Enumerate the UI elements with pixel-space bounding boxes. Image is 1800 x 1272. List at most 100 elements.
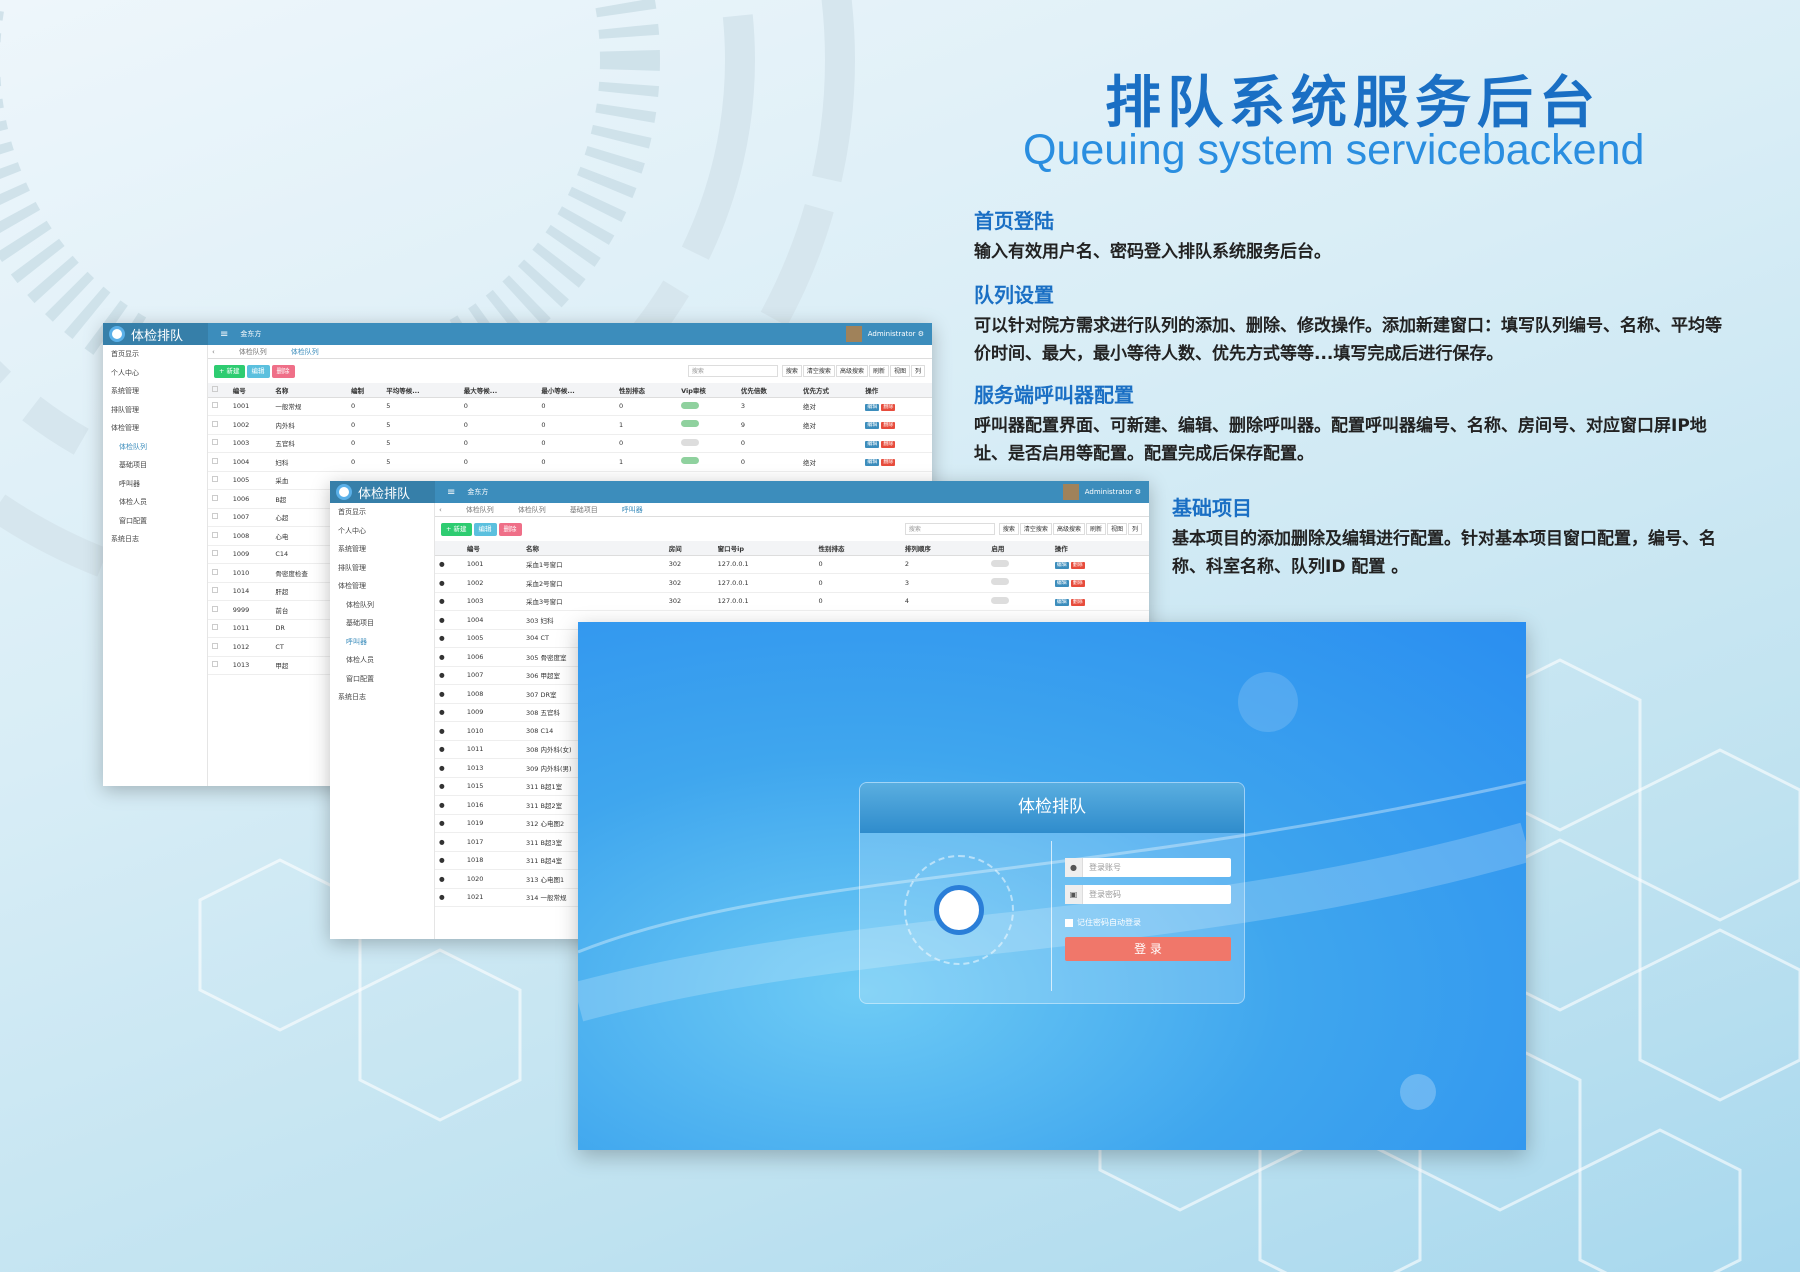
vip-toggle[interactable] (677, 452, 737, 472)
row-select[interactable] (208, 545, 229, 564)
advanced-search-button[interactable]: 高级搜索 (835, 365, 868, 377)
expand-icon[interactable]: ● (435, 647, 463, 667)
expand-icon[interactable]: ● (435, 610, 463, 630)
column-header[interactable]: 操作 (861, 383, 932, 398)
clear-search-button[interactable]: 清空搜索 (1019, 523, 1052, 535)
toggle-icon[interactable] (681, 420, 700, 428)
edit-button[interactable]: 编辑 (473, 522, 497, 536)
username-field[interactable]: ● 登录账号 (1065, 858, 1231, 877)
column-header[interactable]: 名称 (271, 383, 347, 398)
checkbox-icon[interactable] (212, 513, 218, 520)
sidebar-item[interactable]: 系统管理 (330, 540, 434, 559)
search-input[interactable]: 搜索 (904, 523, 995, 535)
checkbox-icon[interactable] (212, 642, 218, 649)
vip-toggle[interactable] (677, 415, 737, 435)
remember-checkbox[interactable]: 记住密码自动登录 (1065, 917, 1141, 928)
row-delete-button[interactable]: 删除 (1070, 580, 1085, 588)
sidebar-item[interactable]: 窗口配置 (103, 512, 207, 531)
checkbox-icon[interactable] (212, 550, 218, 557)
search-input[interactable]: 搜索 (687, 365, 778, 377)
checkbox-icon[interactable] (212, 661, 218, 668)
column-header[interactable]: 平均等候... (382, 383, 460, 398)
table-row[interactable]: ● 1003 采血3号窗口 302 127.0.0.1 0 4 编辑 删除 (435, 592, 1149, 611)
row-select[interactable] (208, 397, 229, 416)
row-select[interactable] (208, 619, 229, 638)
row-select[interactable] (208, 582, 229, 601)
sidebar-item[interactable]: 体检人员 (330, 651, 434, 670)
new-button[interactable]: + 新建 (214, 364, 245, 378)
advanced-search-button[interactable]: 高级搜索 (1052, 523, 1085, 535)
expand-icon[interactable]: ● (435, 684, 463, 704)
column-header[interactable]: 优先倍数 (736, 383, 800, 398)
sidebar-item[interactable]: 系统日志 (103, 530, 207, 549)
tab-queue-active[interactable]: 体检队列 (291, 347, 319, 357)
sidebar-item[interactable]: 呼叫器 (330, 633, 434, 652)
column-header[interactable]: 排列顺序 (900, 541, 988, 556)
view-button[interactable]: 视图 (1106, 523, 1127, 535)
expand-icon[interactable]: ● (435, 888, 463, 907)
expand-icon[interactable]: ● (435, 795, 463, 815)
sidebar-item[interactable]: 基础项目 (330, 614, 434, 633)
row-select[interactable] (208, 452, 229, 472)
checkbox-icon[interactable] (1065, 918, 1073, 927)
row-delete-button[interactable]: 删除 (881, 459, 896, 467)
menu-toggle-icon[interactable]: ≡ (220, 329, 228, 340)
row-select[interactable] (208, 489, 229, 509)
enable-toggle[interactable] (987, 555, 1051, 574)
column-header[interactable]: 优先方式 (799, 383, 862, 398)
table-row[interactable]: ● 1001 采血1号窗口 302 127.0.0.1 0 2 编辑 删除 (435, 555, 1149, 574)
checkbox-icon[interactable] (212, 402, 218, 409)
sidebar-item[interactable]: 体检队列 (330, 596, 434, 615)
expand-icon[interactable]: ● (435, 814, 463, 833)
user-menu[interactable]: Administrator ⚙ (845, 326, 932, 342)
column-header[interactable]: 编号 (462, 541, 523, 556)
row-edit-button[interactable]: 编辑 (1054, 580, 1069, 588)
enable-toggle[interactable] (987, 592, 1051, 611)
tab-queue[interactable]: 体检队列 (466, 505, 494, 515)
column-header[interactable]: 编制 (346, 383, 383, 398)
column-header[interactable]: 房间 (664, 541, 714, 556)
row-select[interactable] (208, 637, 229, 657)
sidebar-item[interactable]: 系统日志 (330, 688, 434, 707)
row-select[interactable] (208, 526, 229, 546)
toggle-icon[interactable] (681, 401, 700, 409)
row-edit-button[interactable]: 编辑 (865, 440, 880, 448)
sidebar-item[interactable]: 首页显示 (103, 345, 207, 364)
sidebar-item[interactable]: 排队管理 (103, 401, 207, 420)
sidebar-item[interactable]: 体检队列 (103, 438, 207, 457)
row-edit-button[interactable]: 编辑 (1054, 561, 1069, 569)
checkbox-icon[interactable] (212, 531, 218, 538)
sidebar-item[interactable]: 体检管理 (330, 577, 434, 596)
column-header[interactable]: 性别排态 (814, 541, 901, 556)
table-row[interactable]: 1003 五官科 0 5 0 0 0 0 编辑 删除 (208, 434, 932, 453)
delete-button[interactable]: 删除 (271, 364, 295, 378)
checkbox-icon[interactable] (212, 439, 218, 446)
row-delete-button[interactable]: 删除 (881, 422, 896, 430)
checkbox-icon[interactable] (212, 476, 218, 483)
tab-base-items[interactable]: 基础项目 (570, 505, 598, 515)
vip-toggle[interactable] (677, 397, 737, 416)
row-edit-button[interactable]: 编辑 (865, 459, 880, 467)
row-delete-button[interactable]: 删除 (881, 403, 896, 411)
sidebar-item[interactable]: 系统管理 (103, 382, 207, 401)
row-edit-button[interactable]: 编辑 (865, 422, 880, 430)
enable-toggle[interactable] (987, 573, 1051, 593)
sidebar-item[interactable]: 首页显示 (330, 503, 434, 522)
search-button[interactable]: 搜索 (781, 365, 802, 377)
toggle-icon[interactable] (991, 559, 1010, 567)
tab-queue[interactable]: 体检队列 (239, 347, 267, 357)
table-row[interactable]: 1001 一般常规 0 5 0 0 0 3 绝对 编辑 删除 (208, 397, 932, 416)
toggle-icon[interactable] (681, 438, 700, 446)
column-header[interactable]: 最大等候... (459, 383, 538, 398)
column-header[interactable]: 最小等候... (537, 383, 615, 398)
column-header[interactable]: 操作 (1050, 541, 1149, 556)
clear-search-button[interactable]: 清空搜索 (802, 365, 835, 377)
sidebar-item[interactable]: 体检人员 (103, 493, 207, 512)
tab-prev-icon[interactable]: ‹ (439, 506, 442, 514)
expand-icon[interactable]: ● (435, 869, 463, 889)
refresh-button[interactable]: 刷新 (868, 365, 889, 377)
sidebar-item[interactable]: 呼叫器 (103, 475, 207, 494)
user-menu[interactable]: Administrator ⚙ (1062, 484, 1149, 500)
row-select[interactable] (208, 508, 229, 527)
row-select[interactable] (208, 563, 229, 583)
